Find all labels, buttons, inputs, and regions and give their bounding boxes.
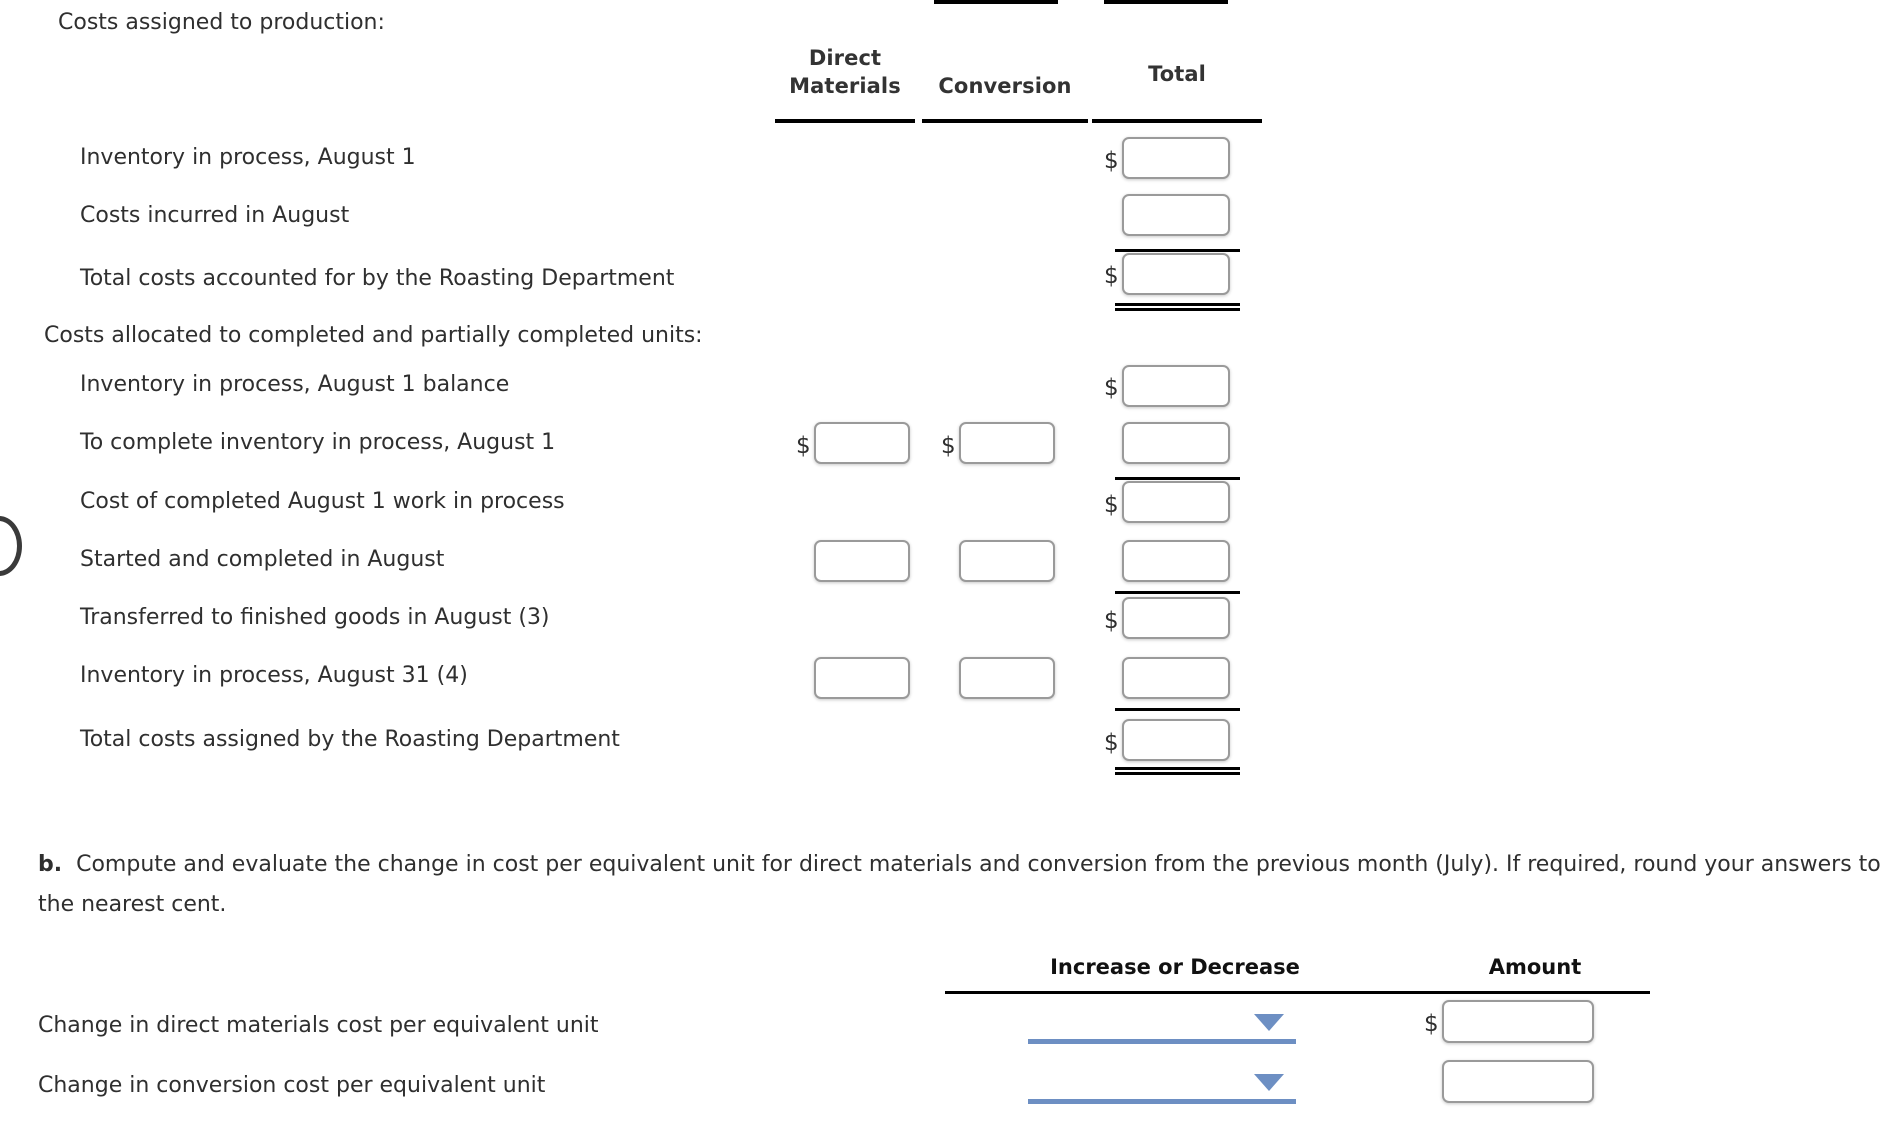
input-total-inventory-aug1-balance[interactable] [1122,365,1230,407]
dollar-sign-total-row6: $ [1104,492,1119,518]
row-label-to-complete-inventory: To complete inventory in process, August… [80,430,556,455]
dollar-sign-total-row4: $ [1104,375,1119,401]
input-cv-to-complete-inventory[interactable] [959,422,1055,464]
input-total-started-completed-august[interactable] [1122,540,1230,582]
grand-total-rule-1 [1115,303,1240,311]
row-label-total-costs-assigned: Total costs assigned by the Roasting Dep… [80,727,620,752]
input-total-cost-completed-aug1-wip[interactable] [1122,481,1230,523]
input-dm-to-complete-inventory[interactable] [814,422,910,464]
section-b-paragraph: b. Compute and evaluate the change in co… [38,845,1890,925]
input-total-inventory-aug1[interactable] [1122,137,1230,179]
dollar-sign-total-row8: $ [1104,608,1119,634]
input-cv-started-completed-august[interactable] [959,540,1055,582]
column-header-conversion: Conversion [938,74,1072,98]
column-rule-direct-materials [775,119,915,123]
chevron-down-icon[interactable] [1254,1074,1284,1091]
dollar-sign-amount-row1: $ [1424,1011,1439,1037]
heading-costs-allocated: Costs allocated to completed and partial… [44,323,703,348]
row-label-inventory-aug31: Inventory in process, August 31 (4) [80,663,468,688]
dollar-sign-total-row3: $ [1104,263,1119,289]
column-header-amount: Amount [1488,955,1582,979]
column-rule-total [1092,119,1262,123]
input-dm-inventory-aug31[interactable] [814,657,910,699]
cutoff-circle-icon [0,516,22,576]
input-total-costs-incurred-august[interactable] [1122,194,1230,236]
select-underline [1028,1099,1296,1104]
row-label-change-dm-cost-per-eu: Change in direct materials cost per equi… [38,1013,599,1038]
row-label-total-costs-accounted: Total costs accounted for by the Roastin… [80,266,675,291]
row-label-cost-completed-aug1-wip: Cost of completed August 1 work in proce… [80,489,565,514]
select-change-conversion-direction[interactable] [1028,1062,1296,1104]
subtotal-rule-3 [1115,591,1240,594]
row-label-transferred-finished-goods: Transferred to finished goods in August … [80,605,550,630]
cutoff-rule-right [1104,0,1228,4]
section-b-marker: b. [38,852,63,877]
input-amount-change-dm[interactable] [1442,1000,1594,1043]
column-header-increase-or-decrease: Increase or Decrease [1050,955,1300,979]
input-total-costs-accounted[interactable] [1122,253,1230,295]
select-underline [1028,1039,1296,1044]
input-total-inventory-aug31[interactable] [1122,657,1230,699]
input-total-costs-assigned[interactable] [1122,719,1230,761]
row-label-costs-incurred-august: Costs incurred in August [80,203,350,228]
section-b-instructions: Compute and evaluate the change in cost … [38,852,1881,917]
row-label-started-completed-august: Started and completed in August [80,547,445,572]
subtotal-rule-4 [1115,708,1240,711]
subtotal-rule-2 [1115,477,1240,480]
dollar-sign-total-row10: $ [1104,730,1119,756]
chevron-down-icon[interactable] [1254,1014,1284,1031]
section-b-header-rule [945,991,1650,994]
cutoff-rule-left [934,0,1058,4]
input-total-transferred-finished-goods[interactable] [1122,597,1230,639]
row-label-inventory-aug1-balance: Inventory in process, August 1 balance [80,372,510,397]
dollar-sign-total-row1: $ [1104,148,1119,174]
row-label-change-conversion-cost-per-eu: Change in conversion cost per equivalent… [38,1073,546,1098]
dollar-sign-dm-row5: $ [796,433,811,459]
heading-costs-assigned: Costs assigned to production: [58,10,385,35]
column-header-direct-materials-line2: Materials [789,74,901,98]
input-dm-started-completed-august[interactable] [814,540,910,582]
column-header-total: Total [1148,62,1206,86]
input-amount-change-conversion[interactable] [1442,1060,1594,1103]
dollar-sign-cv-row5: $ [941,433,956,459]
subtotal-rule-1 [1115,249,1240,252]
select-change-dm-direction[interactable] [1028,1002,1296,1044]
column-header-direct-materials-line1: Direct [808,46,882,70]
input-total-to-complete-inventory[interactable] [1122,422,1230,464]
row-label-inventory-aug1: Inventory in process, August 1 [80,145,416,170]
input-cv-inventory-aug31[interactable] [959,657,1055,699]
grand-total-rule-2 [1115,767,1240,775]
column-rule-conversion [922,119,1088,123]
